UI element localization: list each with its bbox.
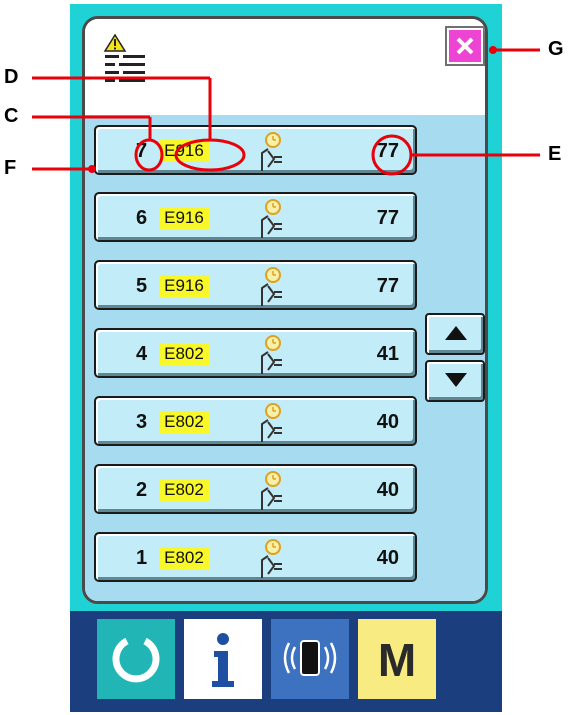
callout-d: D	[4, 66, 19, 88]
callout-e: E	[548, 143, 562, 165]
callout-c: C	[4, 105, 19, 127]
callout-f: F	[4, 157, 17, 179]
annotation-overlay	[32, 46, 540, 176]
callout-g: G	[548, 38, 564, 60]
